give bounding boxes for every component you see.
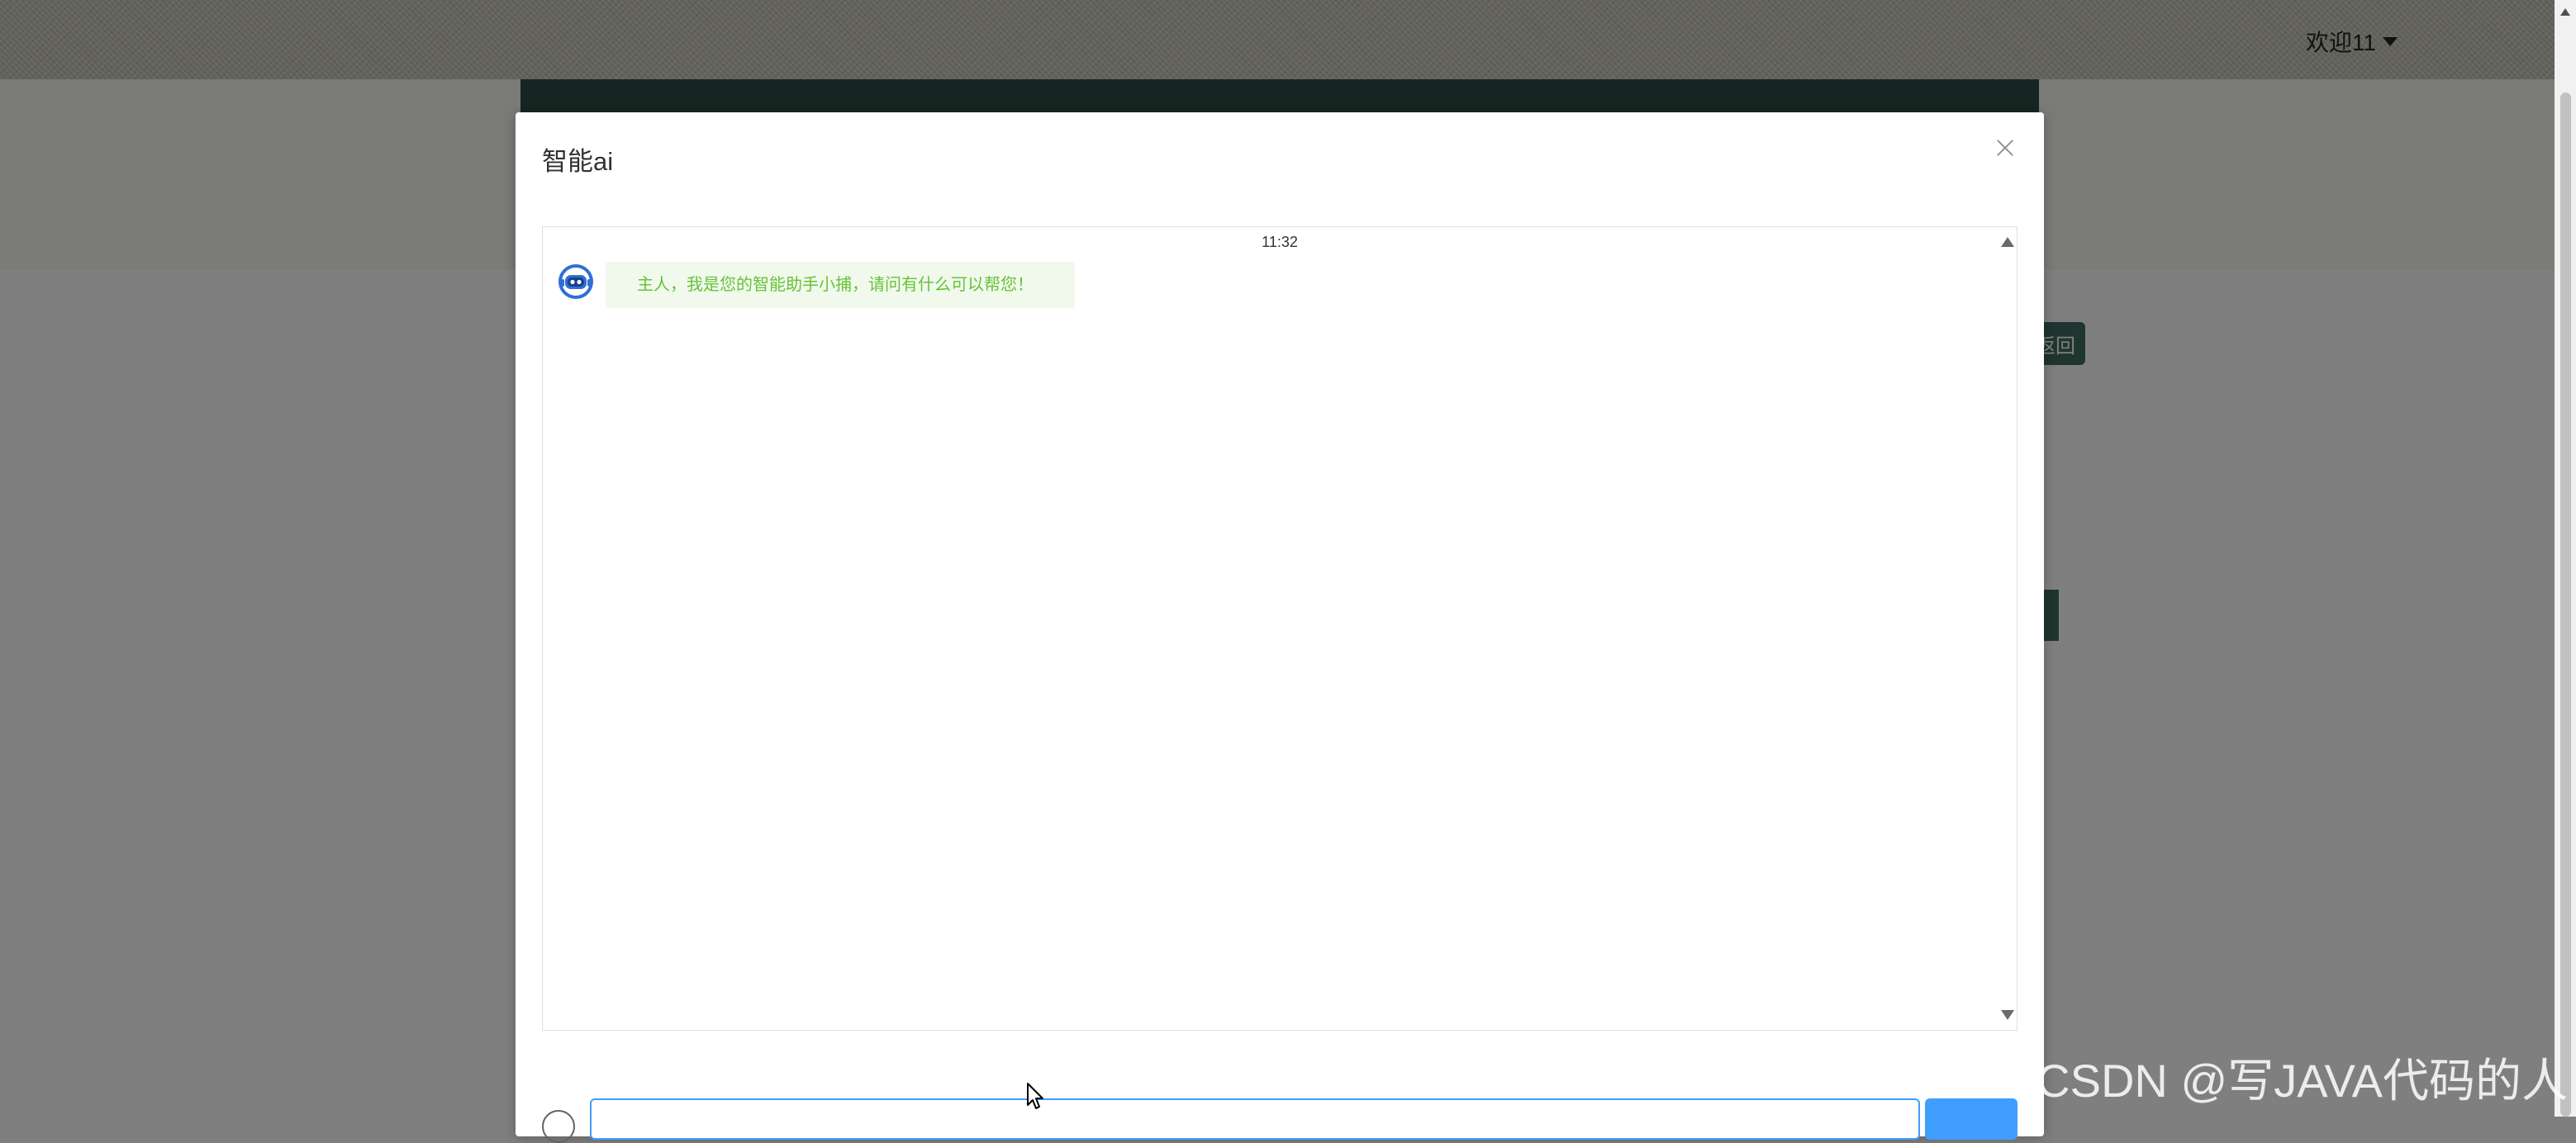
emoji-icon[interactable] bbox=[542, 1110, 575, 1143]
robot-avatar-icon bbox=[558, 263, 594, 300]
scroll-up-arrow-icon[interactable] bbox=[2560, 8, 2570, 16]
chat-timestamp: 11:32 bbox=[1262, 234, 1298, 250]
bot-message-bubble: 主人，我是您的智能助手小捕，请问有什么可以帮您！ bbox=[606, 262, 1075, 308]
dialog-title: 智能ai bbox=[542, 147, 614, 176]
ai-chat-dialog: 智能ai 11:32 主人，我是您的智能助手小捕，请问有什么可以帮您！ bbox=[516, 112, 2044, 1143]
chat-message: 主人，我是您的智能助手小捕，请问有什么可以帮您！ bbox=[558, 262, 1075, 308]
page-scrollbar[interactable] bbox=[2555, 0, 2576, 1117]
chat-scrollbar[interactable] bbox=[1995, 227, 2017, 1030]
send-button[interactable] bbox=[1925, 1098, 2018, 1140]
message-input[interactable] bbox=[590, 1098, 1920, 1140]
mouse-cursor-icon bbox=[1027, 1083, 1043, 1109]
scrollbar-thumb[interactable] bbox=[2560, 92, 2571, 1117]
watermark: CSDN @写JAVA代码的人 bbox=[2037, 1055, 2568, 1107]
scroll-up-arrow-icon[interactable] bbox=[2001, 237, 2014, 247]
close-icon[interactable] bbox=[1994, 137, 2016, 159]
chat-history-panel: 11:32 主人，我是您的智能助手小捕，请问有什么可以帮您！ bbox=[542, 226, 2018, 1031]
scroll-down-arrow-icon[interactable] bbox=[2001, 1010, 2014, 1020]
